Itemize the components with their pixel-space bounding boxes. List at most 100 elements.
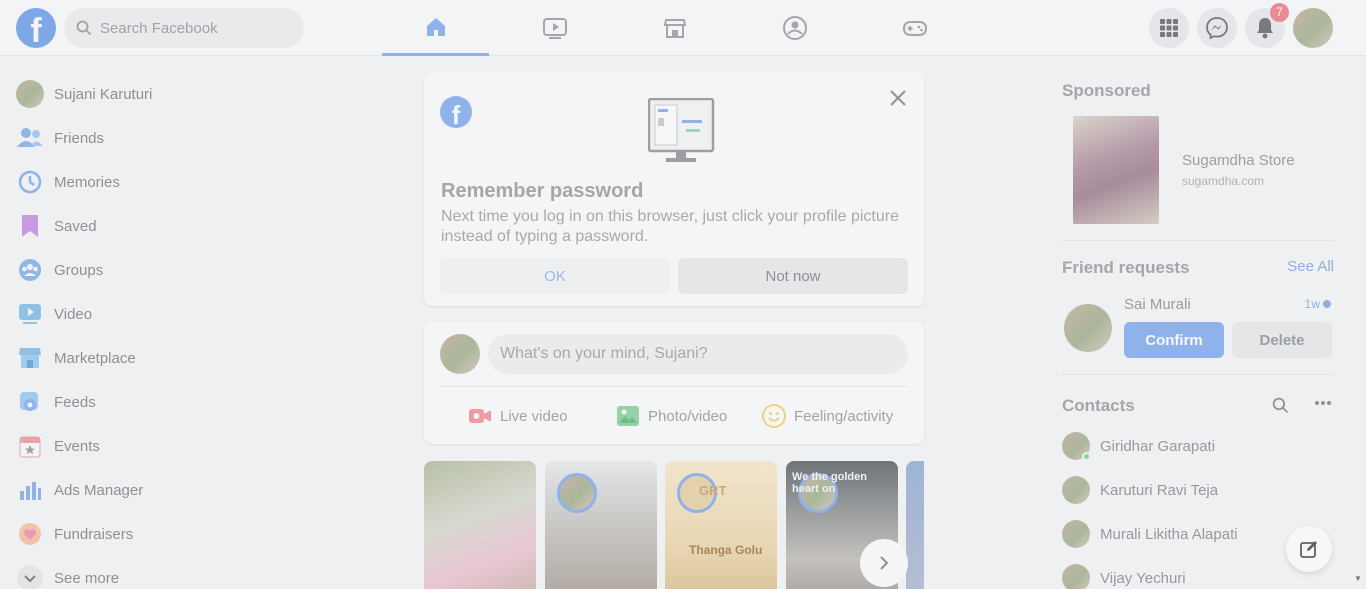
home-icon bbox=[426, 17, 445, 36]
new-message-button[interactable] bbox=[1286, 526, 1332, 572]
delete-button[interactable]: Delete bbox=[1232, 322, 1332, 358]
search-icon[interactable] bbox=[1272, 397, 1289, 414]
story-card[interactable] bbox=[424, 461, 536, 589]
story-logo: GRT bbox=[699, 483, 727, 498]
messenger-icon bbox=[1206, 17, 1228, 39]
sidebar-item-label: Feeds bbox=[54, 393, 96, 411]
account-avatar[interactable] bbox=[1293, 8, 1333, 48]
smiley-icon bbox=[762, 404, 786, 428]
sidebar-item-groups[interactable]: Groups bbox=[8, 248, 348, 292]
divider bbox=[440, 386, 908, 387]
contact-avatar bbox=[1062, 432, 1091, 461]
scrollbar-down-arrow[interactable]: ▼ bbox=[1354, 574, 1362, 583]
ad-name: Sugamdha Store bbox=[1182, 152, 1295, 169]
feeling-activity-button[interactable]: Feeling/activity bbox=[762, 398, 893, 434]
marketplace-icon bbox=[16, 344, 44, 372]
notification-badge: 7 bbox=[1270, 3, 1289, 22]
action-label: Live video bbox=[500, 407, 568, 425]
notifications-button[interactable]: 7 bbox=[1245, 3, 1289, 48]
sponsored-title: Sponsored bbox=[1062, 81, 1151, 100]
sponsored-ad[interactable]: Sugamdha Store sugamdha.com bbox=[1062, 108, 1334, 228]
tab-marketplace[interactable] bbox=[621, 0, 728, 56]
contact-name: Giridhar Garapati bbox=[1100, 437, 1216, 455]
story-card[interactable]: GRT Thanga Golu bbox=[665, 461, 777, 589]
sidebar-item-label: Saved bbox=[54, 217, 97, 235]
sidebar-item-friends[interactable]: Friends bbox=[8, 116, 348, 160]
contacts-title: Contacts bbox=[1062, 396, 1135, 415]
photo-video-button[interactable]: Photo/video bbox=[616, 398, 727, 434]
sidebar-item-fundraisers[interactable]: Fundraisers bbox=[8, 512, 348, 556]
post-composer: What's on your mind, Sujani? Live video … bbox=[424, 322, 924, 444]
messenger-button[interactable] bbox=[1197, 8, 1237, 48]
events-icon bbox=[16, 432, 44, 460]
edit-icon bbox=[1300, 541, 1317, 558]
video-icon bbox=[16, 300, 44, 328]
confirm-button[interactable]: Confirm bbox=[1124, 322, 1224, 358]
sidebar-item-memories[interactable]: Memories bbox=[8, 160, 348, 204]
tab-watch[interactable] bbox=[501, 0, 608, 56]
live-video-button[interactable]: Live video bbox=[468, 398, 568, 434]
sidebar-item-video[interactable]: Video bbox=[8, 292, 348, 336]
sidebar-see-more[interactable]: See more bbox=[8, 556, 348, 589]
stories-row: GRT Thanga Golu We the golden heart on bbox=[424, 461, 924, 589]
watch-icon bbox=[542, 18, 567, 39]
contact-avatar bbox=[1062, 564, 1090, 589]
sidebar-item-label: Sujani Karuturi bbox=[54, 85, 153, 103]
sidebar-item-label: Events bbox=[54, 437, 100, 455]
story-label: We the golden heart on bbox=[792, 471, 867, 495]
top-bar: f 7 bbox=[0, 0, 1366, 56]
contact-item[interactable]: Karuturi Ravi Teja bbox=[1062, 468, 1334, 512]
search-box[interactable] bbox=[64, 8, 304, 48]
friend-request-avatar[interactable] bbox=[1064, 304, 1112, 352]
ok-button[interactable]: OK bbox=[440, 258, 670, 294]
contact-item[interactable]: Giridhar Garapati bbox=[1062, 424, 1334, 468]
friend-request-name[interactable]: Sai Murali bbox=[1124, 296, 1191, 313]
sidebar-item-saved[interactable]: Saved bbox=[8, 204, 348, 248]
search-input[interactable] bbox=[100, 19, 280, 37]
gaming-icon bbox=[902, 21, 927, 36]
sidebar-item-profile[interactable]: Sujani Karuturi bbox=[8, 72, 348, 116]
sidebar-item-label: See more bbox=[54, 569, 120, 587]
sidebar-item-label: Fundraisers bbox=[54, 525, 134, 543]
fundraisers-icon bbox=[16, 520, 44, 548]
story-avatar bbox=[557, 473, 597, 513]
profile-avatar bbox=[16, 80, 44, 108]
groups-icon bbox=[782, 16, 807, 40]
action-label: Feeling/activity bbox=[794, 407, 894, 425]
feeds-icon bbox=[16, 388, 44, 416]
search-icon bbox=[76, 20, 92, 36]
friend-requests-title: Friend requests bbox=[1062, 258, 1190, 277]
memories-icon bbox=[16, 168, 44, 196]
stories-next-button[interactable] bbox=[860, 539, 908, 587]
ad-image bbox=[1073, 116, 1159, 224]
see-all-link[interactable]: See All bbox=[1287, 258, 1334, 275]
sidebar-item-marketplace[interactable]: Marketplace bbox=[8, 336, 348, 380]
sidebar-item-events[interactable]: Events bbox=[8, 424, 348, 468]
sidebar-item-ads-manager[interactable]: Ads Manager bbox=[8, 468, 348, 512]
divider bbox=[1062, 240, 1334, 241]
sidebar-item-label: Memories bbox=[54, 173, 120, 191]
whats-on-your-mind-input[interactable]: What's on your mind, Sujani? bbox=[488, 334, 908, 374]
sidebar-item-label: Groups bbox=[54, 261, 104, 279]
friend-request-time: 1w bbox=[1304, 297, 1320, 311]
not-now-button[interactable]: Not now bbox=[678, 258, 908, 294]
menu-button[interactable] bbox=[1149, 8, 1189, 48]
photo-video-icon bbox=[617, 406, 639, 426]
browser-illustration-icon bbox=[648, 98, 715, 162]
left-sidebar: Sujani Karuturi Friends Memories Saved G… bbox=[8, 72, 348, 589]
close-icon[interactable] bbox=[888, 88, 908, 108]
contact-name: Murali Likitha Alapati bbox=[1100, 525, 1238, 543]
live-video-icon bbox=[469, 409, 491, 423]
story-card[interactable] bbox=[906, 461, 924, 589]
more-options-icon[interactable] bbox=[1314, 399, 1332, 407]
sidebar-item-feeds[interactable]: Feeds bbox=[8, 380, 348, 424]
story-card[interactable] bbox=[545, 461, 657, 589]
ads-manager-icon bbox=[16, 476, 44, 504]
tab-groups[interactable] bbox=[741, 0, 848, 56]
saved-icon bbox=[16, 212, 44, 240]
tab-gaming[interactable] bbox=[861, 0, 968, 56]
tab-home[interactable] bbox=[382, 0, 489, 56]
groups-icon bbox=[16, 256, 44, 284]
facebook-logo[interactable]: f bbox=[16, 8, 56, 48]
sidebar-item-label: Ads Manager bbox=[54, 481, 144, 499]
